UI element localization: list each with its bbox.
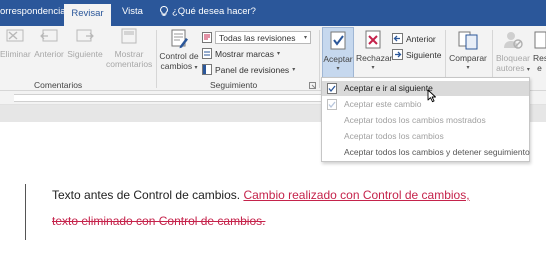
- show-comments-icon: [121, 28, 137, 44]
- menu-item-aceptar-todos[interactable]: Aceptar todos los cambios: [322, 129, 529, 144]
- previous-comment-icon: [40, 29, 58, 42]
- accept-icon: [330, 31, 346, 50]
- tell-me-box[interactable]: ¿Qué desea hacer?: [160, 6, 256, 17]
- rechazar-button[interactable]: Rechazar ▾: [356, 28, 392, 73]
- aceptar-dropdown-menu: Aceptar e ir al siguiente Aceptar este c…: [321, 77, 530, 162]
- todas-revisiones-value: Todas las revisiones: [219, 32, 296, 43]
- menu-item-aceptar-ir-siguiente[interactable]: Aceptar e ir al siguiente: [322, 81, 529, 96]
- tab-vista[interactable]: Vista: [122, 6, 143, 17]
- next-comment-icon: [76, 29, 94, 42]
- accept-next-icon: [327, 83, 337, 94]
- reviewing-pane-icon: [202, 64, 212, 75]
- markup-view-icon: [202, 32, 212, 43]
- plain-text: Texto antes de Control de cambios.: [52, 188, 244, 202]
- mostrar-comentarios-button[interactable]: Mostrar comentarios: [106, 28, 152, 69]
- tab-revisar[interactable]: Revisar: [64, 4, 111, 26]
- siguiente-comment-button[interactable]: Siguiente: [66, 28, 104, 59]
- mostrar-marcas-button[interactable]: Mostrar marcas ▾: [202, 47, 280, 60]
- comparar-button[interactable]: Comparar ▾: [448, 28, 488, 73]
- show-markup-icon: [202, 48, 212, 59]
- block-authors-icon: [504, 32, 523, 49]
- seguimiento-group-label: Seguimiento: [210, 80, 258, 90]
- compare-icon: [458, 31, 478, 50]
- accept-change-icon: [327, 99, 337, 110]
- tab-correspondencia[interactable]: orrespondencia: [0, 6, 66, 17]
- anterior-comment-button[interactable]: Anterior: [32, 28, 66, 59]
- ribbon-tab-bar: orrespondencia Revisar Vista ¿Qué desea …: [0, 0, 546, 26]
- menu-item-aceptar-todos-mostrados[interactable]: Aceptar todos los cambios mostrados: [322, 113, 529, 128]
- document-line-2[interactable]: texto eliminado con Control de cambios.: [52, 214, 265, 228]
- track-changes-icon: [171, 29, 188, 49]
- control-de-cambios-button[interactable]: Control de cambios ▾: [158, 28, 200, 73]
- siguiente-change-button[interactable]: Siguiente: [392, 48, 441, 61]
- ribbon-separator: [319, 30, 320, 88]
- menu-item-aceptar-este-cambio[interactable]: Aceptar este cambio: [322, 97, 529, 112]
- reject-icon: [365, 30, 381, 49]
- document-line-1[interactable]: Texto antes de Control de cambios. Cambi…: [52, 188, 470, 202]
- inserted-text: Cambio realizado con Control de cambios,: [243, 188, 470, 202]
- lightbulb-icon: [160, 6, 168, 16]
- previous-change-icon: [392, 33, 403, 44]
- anterior-change-button[interactable]: Anterior: [392, 32, 436, 45]
- mouse-cursor-icon: [427, 89, 436, 103]
- ribbon-separator: [156, 30, 157, 88]
- panel-revisiones-button[interactable]: Panel de revisiones ▾: [202, 63, 295, 76]
- restrict-editing-icon: [534, 31, 546, 49]
- eliminar-comment-button[interactable]: Eliminar: [0, 28, 31, 59]
- menu-item-aceptar-todos-detener[interactable]: Aceptar todos los cambios y detener segu…: [322, 145, 530, 160]
- restrict-editing-button[interactable]: Res e: [533, 28, 546, 73]
- change-bar: [25, 184, 26, 240]
- ruler-track: [14, 94, 332, 102]
- bloquear-autores-button[interactable]: Bloquear autores ▾: [495, 28, 531, 75]
- comentarios-group-label: Comentarios: [34, 80, 83, 90]
- tell-me-text: ¿Qué desea hacer?: [172, 6, 256, 17]
- next-change-icon: [392, 49, 403, 60]
- display-for-review-dropdown[interactable]: Todas las revisiones ▾: [202, 31, 311, 44]
- dialog-launcher-icon[interactable]: [309, 82, 316, 89]
- delete-comment-icon: [6, 29, 24, 42]
- deleted-text: texto eliminado con Control de cambios.: [52, 214, 266, 228]
